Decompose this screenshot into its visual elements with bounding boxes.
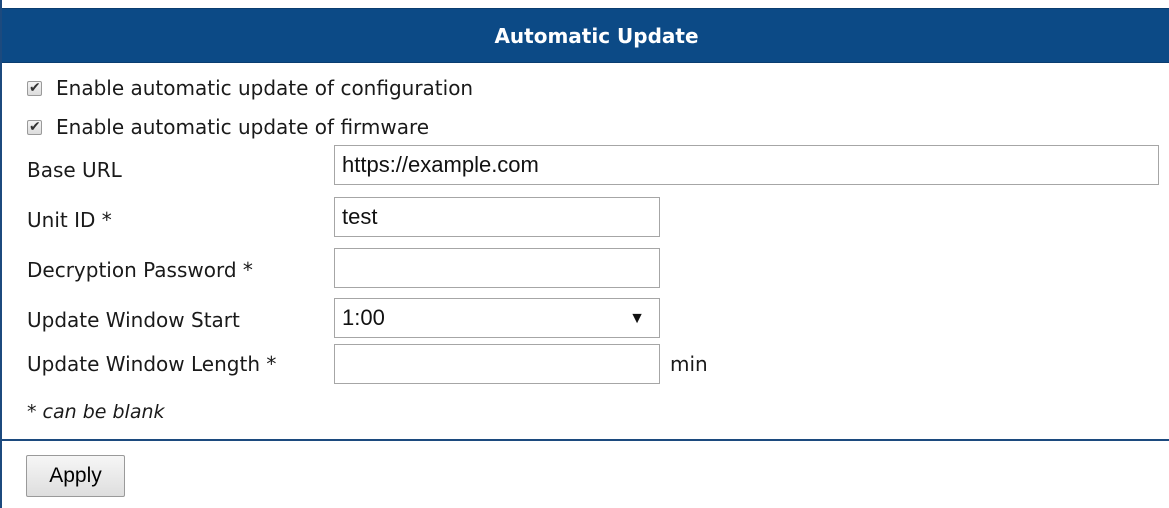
window-length-input[interactable] [334,344,660,384]
decryption-password-label: Decryption Password * [27,258,253,282]
config-update-label: Enable automatic update of configuration [56,76,474,100]
unit-id-label: Unit ID * [27,208,112,232]
divider [2,439,1169,441]
check-icon: ✔ [29,118,41,135]
checkbox-row-firmware: ✔ Enable automatic update of firmware [27,115,429,139]
automatic-update-panel: Automatic Update ✔ Enable automatic upda… [0,0,1169,508]
apply-button[interactable]: Apply [26,455,125,497]
window-length-label: Update Window Length * [27,352,277,376]
window-start-label: Update Window Start [27,308,240,332]
window-start-select[interactable]: 1:00 ▼ [334,298,660,338]
window-length-unit: min [670,352,708,376]
decryption-password-input[interactable] [334,248,660,288]
checkbox-row-config: ✔ Enable automatic update of configurati… [27,76,473,100]
config-update-checkbox[interactable]: ✔ [27,79,42,96]
check-icon: ✔ [29,79,41,96]
base-url-input[interactable]: https://example.com [334,145,1159,185]
dropdown-arrow-icon: ▼ [629,310,645,327]
firmware-update-checkbox[interactable]: ✔ [27,118,42,135]
unit-id-input[interactable]: test [334,197,660,237]
firmware-update-label: Enable automatic update of firmware [56,115,430,139]
panel-header: Automatic Update [2,8,1169,63]
panel-title: Automatic Update [494,23,699,48]
base-url-label: Base URL [27,158,122,182]
blank-note: * can be blank [27,401,165,423]
window-start-value: 1:00 [342,305,385,330]
